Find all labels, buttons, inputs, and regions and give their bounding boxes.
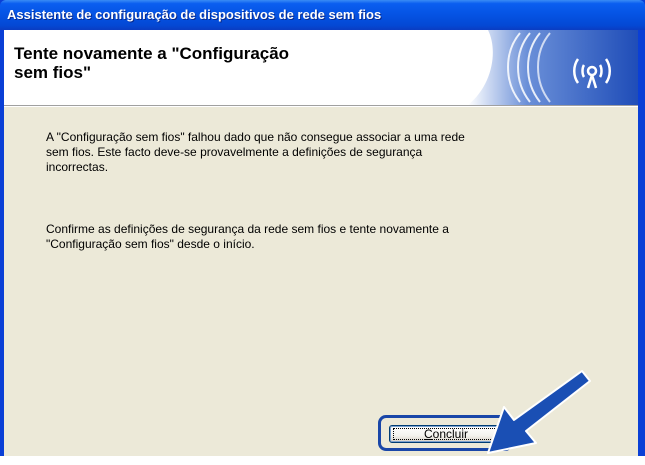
page-title-line-1: Tente novamente a "Configuração [14,44,290,63]
window-title: Assistente de configuração de dispositiv… [7,7,382,22]
instruction-message-line-1: Confirme as definições de segurança da r… [46,222,449,236]
instruction-message: Confirme as definições de segurança da r… [46,222,556,252]
title-bar[interactable]: Assistente de configuração de dispositiv… [0,0,645,30]
banner-divider [4,106,638,107]
wireless-signal-icon [468,30,638,105]
header-banner: Tente novamente a "Configuração sem fios… [4,30,638,106]
error-message-line-3: incorrectas. [46,160,109,174]
instruction-message-line-2: "Configuração sem fios" desde o início. [46,237,255,251]
dialog-client-area: Tente novamente a "Configuração sem fios… [4,30,638,456]
error-message-line-1: A "Configuração sem fios" falhou dado qu… [46,130,465,144]
error-message-line-2: sem fios. Este facto deve-se provavelmen… [46,145,423,159]
error-message: A "Configuração sem fios" falhou dado qu… [46,130,556,175]
finish-button-accelerator: C [423,427,433,441]
finish-button-label-rest: oncluir [432,427,469,441]
page-title-line-2: sem fios" [14,63,92,82]
finish-button-label: Concluir [424,427,468,441]
arrow-pointer-icon [487,370,591,454]
page-title: Tente novamente a "Configuração sem fios… [14,44,414,82]
wizard-window: Assistente de configuração de dispositiv… [0,0,645,456]
